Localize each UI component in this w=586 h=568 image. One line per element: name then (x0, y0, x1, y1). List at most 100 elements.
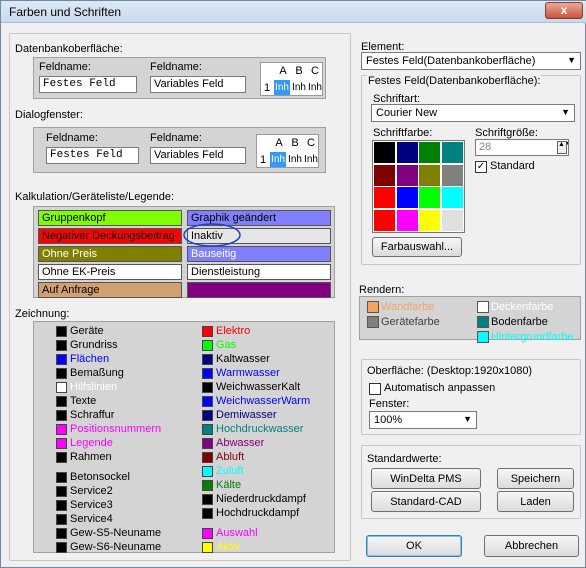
color-swatch (56, 368, 67, 379)
color-swatch (477, 331, 489, 343)
kalk-item[interactable]: Gruppenkopf (38, 210, 182, 226)
rendern-label: Gerätefarbe (381, 316, 440, 328)
element-select[interactable]: Festes Feld(Datenbankoberfläche) ▼ (361, 52, 581, 70)
zeichnung-label: Betonsockel (70, 471, 130, 483)
row-1: 1 (263, 82, 271, 94)
zeichnung-label: Gew-S6-Neuname (70, 541, 162, 553)
zeichnung-label: Gas (216, 339, 237, 351)
color-swatch (202, 354, 213, 365)
palette-color-swatch[interactable] (396, 164, 418, 186)
zeichnung-label: Schraffur (70, 409, 115, 421)
winDelta-pms-button[interactable]: WinDelta PMS (371, 468, 481, 489)
palette-color-swatch[interactable] (396, 142, 418, 163)
color-swatch (202, 340, 213, 351)
feld2-label: Feldname: (150, 61, 202, 73)
palette-color-swatch[interactable] (441, 187, 463, 208)
palette-color-swatch[interactable] (374, 209, 395, 231)
color-swatch (56, 424, 67, 435)
color-swatch (56, 528, 67, 539)
auto-anpassen-label: Automatisch anpassen (384, 382, 496, 394)
table-cell[interactable]: Inh (287, 152, 303, 167)
zeichnung-label: Abwasser (216, 437, 265, 449)
row-1: 1 (259, 154, 267, 166)
variables-feld-sample[interactable]: Variables Feld (150, 147, 246, 164)
schriftart-select[interactable]: Courier New ▼ (371, 104, 575, 122)
palette-color-swatch[interactable] (396, 187, 418, 208)
zeichnung-preview: Geräte Grundriss Flächen Bemaßung Hilfslinie… (33, 321, 335, 553)
zeichnung-label: WeichwasserWarm (216, 395, 311, 407)
color-swatch (202, 368, 213, 379)
kalk-item[interactable]: Negativer Deckungsbeitrag (38, 228, 182, 244)
dialog-window: Farben und Schriften x Datenbankoberfläc… (0, 0, 586, 568)
spinner-icon[interactable]: ▲▼ (557, 141, 568, 154)
rendern-label: Hintergrundfarbe (491, 331, 574, 343)
palette-color-swatch[interactable] (441, 164, 463, 186)
palette-color-swatch[interactable] (374, 187, 395, 208)
kalk-item[interactable]: Dienstleistung (187, 264, 331, 280)
color-swatch (202, 382, 213, 393)
palette-color-swatch[interactable] (374, 142, 395, 163)
variables-feld-sample[interactable]: Variables Feld (150, 76, 246, 93)
color-swatch (56, 382, 67, 393)
kalk-item[interactable]: Ohne EK-Preis (38, 264, 182, 280)
festes-feld-sample[interactable]: Festes Feld (46, 147, 139, 164)
kalk-item[interactable]: Ohne Preis (38, 246, 182, 262)
color-swatch (56, 354, 67, 365)
palette-color-swatch[interactable] (396, 209, 418, 231)
table-cell[interactable]: Inh (307, 80, 323, 95)
col-a: A (279, 65, 287, 77)
fenster-value: 100% (374, 414, 403, 426)
palette-color-swatch[interactable] (419, 187, 440, 208)
zeichnung-label: Kaltwasser (216, 353, 270, 365)
zeichnung-label: Texte (70, 395, 97, 407)
festes-feld-sample[interactable]: Festes Feld (39, 76, 137, 93)
palette-color-swatch[interactable] (419, 142, 440, 163)
abbrechen-button[interactable]: Abbrechen (484, 535, 579, 557)
table-cell[interactable]: Inh (291, 80, 307, 95)
color-swatch (56, 514, 67, 525)
kalk-item[interactable]: Eingebaut (187, 282, 331, 298)
rendern-label: Bodenfarbe (491, 316, 548, 328)
standardwerte-label: Standardwerte: (367, 453, 442, 465)
ok-button[interactable]: OK (366, 535, 462, 557)
zeichnung-label: Abluft (216, 451, 245, 463)
laden-button[interactable]: Laden (497, 491, 574, 512)
fenster-select[interactable]: 100% ▼ (369, 411, 477, 429)
color-swatch (202, 438, 213, 449)
table-cell-selected[interactable]: Inh (270, 152, 286, 167)
standard-checkbox[interactable]: ✓ (475, 161, 487, 173)
zeichnung-label: Demiwasser (216, 409, 277, 421)
zeichnung-label: Legende (70, 437, 113, 449)
feld2-label: Feldname: (150, 132, 202, 144)
section-kalkulation-title: Kalkulation/Geräteliste/Legende: (15, 191, 174, 203)
kalk-item[interactable]: Auf Anfrage (38, 282, 182, 298)
palette-color-swatch[interactable] (441, 209, 463, 231)
speichern-button[interactable]: Speichern (497, 468, 574, 489)
close-button[interactable]: x (545, 2, 583, 19)
palette-color-swatch[interactable] (419, 164, 440, 186)
table-cell[interactable]: Inh (303, 152, 319, 167)
col-c: C (311, 65, 319, 77)
col-c: C (307, 137, 315, 149)
color-swatch (56, 486, 67, 497)
fenster-label: Fenster: (369, 398, 410, 410)
color-swatch (202, 508, 213, 519)
zeichnung-label: Hochdruckwasser (216, 423, 304, 435)
table-cell-selected[interactable]: Inh (274, 80, 290, 95)
standard-cad-button[interactable]: Standard-CAD (371, 491, 481, 512)
palette-color-swatch[interactable] (441, 142, 463, 163)
color-swatch (202, 466, 213, 477)
zeichnung-label: Kälte (216, 479, 242, 491)
schriftfarbe-label: Schriftfarbe: (373, 127, 433, 139)
color-swatch (56, 396, 67, 407)
farbauswahl-button[interactable]: Farbauswahl... (372, 237, 462, 257)
palette-color-swatch[interactable] (374, 164, 395, 186)
palette-color-swatch[interactable] (419, 209, 440, 231)
col-b: B (295, 65, 303, 77)
schriftgroesse-input[interactable]: 28 ▲▼ (475, 139, 569, 156)
color-swatch (367, 301, 379, 313)
sample-table: A B C 1 Inh Inh Inh (256, 134, 319, 168)
schriftart-value: Courier New (376, 107, 438, 119)
color-swatch (202, 480, 213, 491)
auto-anpassen-checkbox[interactable] (369, 383, 381, 395)
